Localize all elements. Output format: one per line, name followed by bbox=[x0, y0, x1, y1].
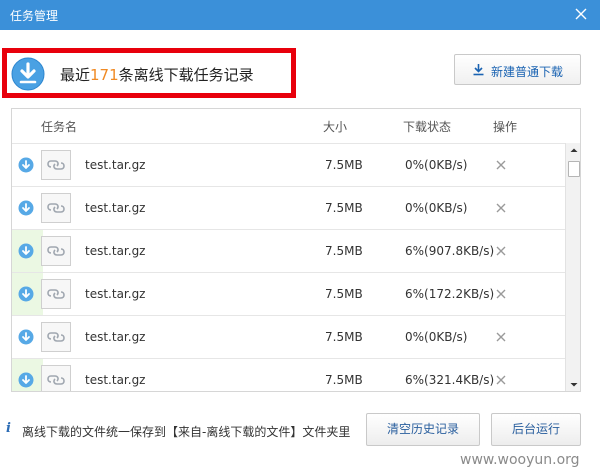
download-icon bbox=[11, 57, 45, 91]
delete-icon[interactable] bbox=[494, 201, 508, 215]
new-download-label: 新建普通下载 bbox=[491, 65, 564, 79]
download-status: 0%(0KB/s) bbox=[405, 330, 468, 344]
task-summary: 最近171条离线下载任务记录 bbox=[60, 64, 254, 85]
scroll-up-icon[interactable] bbox=[566, 143, 581, 157]
file-size: 7.5MB bbox=[325, 373, 363, 387]
download-status: 6%(172.2KB/s) bbox=[405, 287, 495, 301]
file-icon bbox=[41, 236, 71, 266]
col-status-header: 下载状态 bbox=[403, 120, 452, 134]
table-row[interactable]: test.tar.gz 7.5MB 6%(172.2KB/s) bbox=[12, 272, 565, 315]
download-status-icon bbox=[18, 286, 34, 302]
file-name: test.tar.gz bbox=[85, 201, 146, 215]
table-row[interactable]: test.tar.gz 7.5MB 6%(321.4KB/s) bbox=[12, 358, 565, 391]
task-count: 171 bbox=[90, 66, 119, 84]
delete-icon[interactable] bbox=[494, 330, 508, 344]
watermark: www.wooyun.org bbox=[460, 452, 580, 468]
download-status-icon bbox=[18, 157, 34, 173]
scrollbar[interactable] bbox=[565, 143, 581, 392]
summary-prefix: 最近 bbox=[60, 66, 91, 84]
list-header: 任务名 大小 下载状态 操作 bbox=[12, 109, 565, 143]
delete-icon[interactable] bbox=[494, 244, 508, 258]
summary-suffix: 条离线下载任务记录 bbox=[118, 66, 254, 84]
file-name: test.tar.gz bbox=[85, 373, 146, 387]
table-row[interactable]: test.tar.gz 7.5MB 0%(0KB/s) bbox=[12, 143, 565, 186]
col-action-header: 操作 bbox=[493, 120, 518, 134]
file-name: test.tar.gz bbox=[85, 158, 146, 172]
file-name: test.tar.gz bbox=[85, 330, 146, 344]
run-background-button[interactable]: 后台运行 bbox=[491, 413, 581, 446]
download-status: 0%(0KB/s) bbox=[405, 158, 468, 172]
file-icon bbox=[41, 150, 71, 180]
col-name-header: 任务名 bbox=[41, 120, 78, 134]
header: 最近171条离线下载任务记录 新建普通下载 bbox=[0, 30, 600, 104]
title-bar: 任务管理 bbox=[0, 0, 600, 30]
file-icon bbox=[41, 365, 71, 391]
file-size: 7.5MB bbox=[325, 287, 363, 301]
table-row[interactable]: test.tar.gz 7.5MB 0%(0KB/s) bbox=[12, 186, 565, 229]
file-size: 7.5MB bbox=[325, 330, 363, 344]
download-status: 6%(907.8KB/s) bbox=[405, 244, 495, 258]
file-name: test.tar.gz bbox=[85, 244, 146, 258]
info-text: 离线下载的文件统一保存到【来自-离线下载的文件】文件夹里 bbox=[22, 425, 351, 439]
info-icon: i bbox=[6, 421, 11, 436]
col-size-header: 大小 bbox=[323, 120, 348, 134]
download-status: 0%(0KB/s) bbox=[405, 201, 468, 215]
table-row[interactable]: test.tar.gz 7.5MB 6%(907.8KB/s) bbox=[12, 229, 565, 272]
close-icon[interactable] bbox=[572, 5, 590, 23]
download-status: 6%(321.4KB/s) bbox=[405, 373, 495, 387]
download-status-icon bbox=[18, 200, 34, 216]
file-size: 7.5MB bbox=[325, 244, 363, 258]
new-download-button[interactable]: 新建普通下载 bbox=[454, 54, 581, 85]
scroll-down-icon[interactable] bbox=[566, 378, 581, 392]
download-status-icon bbox=[18, 329, 34, 345]
file-size: 7.5MB bbox=[325, 158, 363, 172]
clear-history-button[interactable]: 清空历史记录 bbox=[366, 413, 480, 446]
download-arrow-icon bbox=[473, 64, 484, 76]
window-title: 任务管理 bbox=[10, 9, 59, 23]
file-icon bbox=[41, 322, 71, 352]
download-status-icon bbox=[18, 372, 34, 388]
footer-info: i 离线下载的文件统一保存到【来自-离线下载的文件】文件夹里 bbox=[6, 421, 356, 441]
file-icon bbox=[41, 279, 71, 309]
task-list: 任务名 大小 下载状态 操作 test.tar.gz 7.5MB 0%(0KB/… bbox=[11, 108, 581, 392]
scroll-thumb[interactable] bbox=[568, 161, 580, 177]
file-size: 7.5MB bbox=[325, 201, 363, 215]
file-icon bbox=[41, 193, 71, 223]
table-row[interactable]: test.tar.gz 7.5MB 0%(0KB/s) bbox=[12, 315, 565, 358]
delete-icon[interactable] bbox=[494, 373, 508, 387]
file-name: test.tar.gz bbox=[85, 287, 146, 301]
delete-icon[interactable] bbox=[494, 158, 508, 172]
delete-icon[interactable] bbox=[494, 287, 508, 301]
download-status-icon bbox=[18, 243, 34, 259]
